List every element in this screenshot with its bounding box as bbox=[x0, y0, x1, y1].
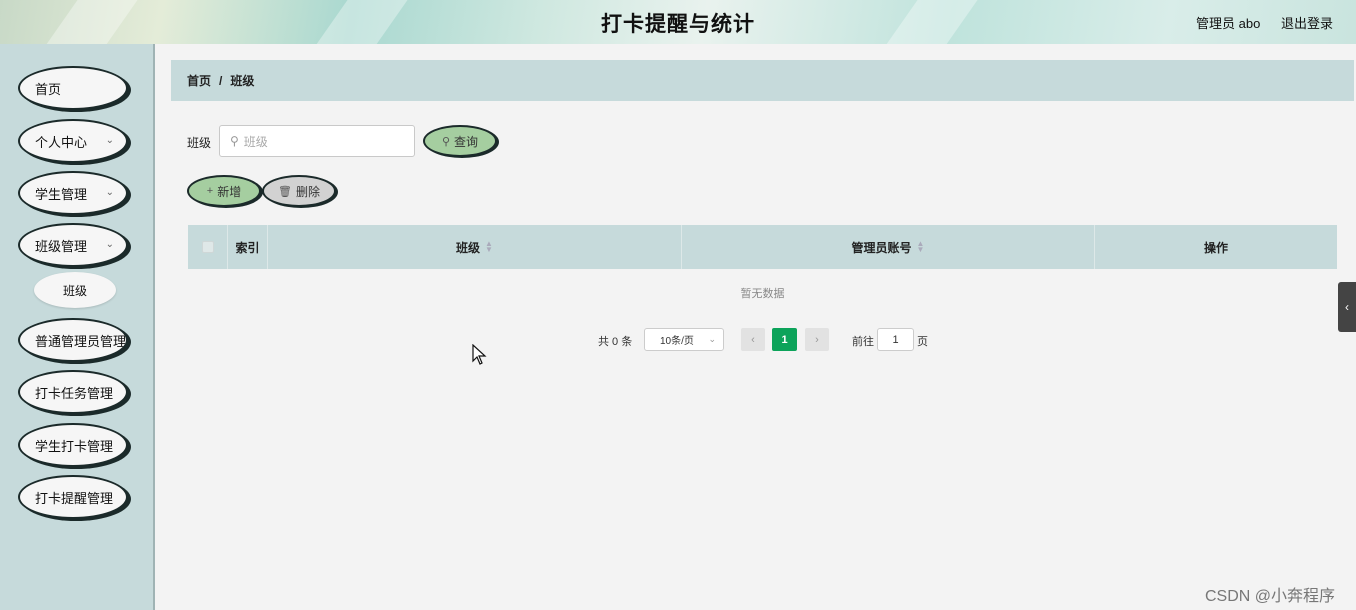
delete-button-label: 删除 bbox=[295, 184, 320, 199]
watermark: CSDN @小奔程序 bbox=[1205, 588, 1336, 605]
column-header-class[interactable]: 班级 ▲ ▼ bbox=[268, 225, 682, 269]
sidebar: 首页 个人中心 ⌄ 学生管理 ⌄ 班级管理 ⌄ 班级 普通管理员管理 打卡任务管… bbox=[0, 44, 155, 610]
delete-button[interactable]: 🗑 删除 bbox=[262, 175, 336, 207]
sidebar-item-label: 打卡任务管理 bbox=[35, 385, 114, 401]
sidebar-item-admin-management[interactable]: 普通管理员管理 bbox=[18, 318, 128, 362]
search-icon: ⚲ bbox=[441, 135, 451, 148]
chevron-down-icon: ⌄ bbox=[105, 135, 114, 146]
mouse-cursor-icon bbox=[472, 344, 487, 365]
select-all-checkbox[interactable] bbox=[201, 241, 214, 253]
table-header: 索引 班级 ▲ ▼ 管理员账号 ▲ ▼ 操作 bbox=[188, 225, 1337, 269]
column-label: 管理员账号 bbox=[851, 240, 912, 255]
sidebar-subitem-class[interactable]: 班级 bbox=[34, 272, 116, 308]
sidebar-item-label: 班级管理 bbox=[35, 238, 88, 254]
page-number-current[interactable]: 1 bbox=[772, 328, 797, 351]
column-header-actions: 操作 bbox=[1095, 225, 1337, 269]
column-header-index: 索引 bbox=[228, 225, 268, 269]
page-size-select[interactable]: 10条/页 ⌄ bbox=[644, 328, 724, 351]
search-placeholder: 班级 bbox=[243, 134, 268, 149]
add-button[interactable]: + 新增 bbox=[187, 175, 261, 207]
breadcrumb-home[interactable]: 首页 bbox=[187, 72, 211, 89]
column-header-admin-account[interactable]: 管理员账号 ▲ ▼ bbox=[682, 225, 1095, 269]
breadcrumb-separator: / bbox=[219, 73, 223, 88]
plus-icon: + bbox=[206, 185, 214, 197]
sidebar-item-label: 打卡提醒管理 bbox=[35, 490, 114, 506]
breadcrumb-current: 班级 bbox=[230, 74, 255, 88]
trash-icon: 🗑 bbox=[278, 185, 292, 198]
sidebar-item-checkin-reminder-management[interactable]: 打卡提醒管理 bbox=[18, 475, 128, 519]
app-header: 打卡提醒与统计 管理员 abo 退出登录 bbox=[0, 0, 1356, 44]
app-title: 打卡提醒与统计 bbox=[601, 13, 755, 36]
logout-link[interactable]: 退出登录 bbox=[1281, 13, 1333, 32]
search-icon: ⚲ bbox=[230, 134, 239, 148]
page-size-value: 10条/页 bbox=[660, 336, 694, 347]
pagination-total: 共 0 条 bbox=[598, 336, 633, 348]
sidebar-item-label: 首页 bbox=[35, 81, 62, 97]
sidebar-item-label: 普通管理员管理 bbox=[35, 333, 127, 349]
goto-page-input[interactable]: 1 bbox=[877, 328, 914, 351]
select-all-cell bbox=[188, 225, 228, 269]
chevron-up-icon: ⌄ bbox=[105, 239, 114, 250]
search-input[interactable]: ⚲ 班级 bbox=[219, 125, 415, 157]
next-page-button[interactable]: › bbox=[805, 328, 829, 351]
chevron-right-icon: › bbox=[815, 333, 819, 346]
sidebar-item-checkin-task-management[interactable]: 打卡任务管理 bbox=[18, 370, 128, 414]
current-user-label: 管理员 abo bbox=[1196, 16, 1261, 31]
sidebar-subitem-label: 班级 bbox=[62, 283, 87, 298]
sort-icon[interactable]: ▲ ▼ bbox=[917, 240, 925, 254]
sidebar-item-label: 个人中心 bbox=[35, 134, 88, 150]
goto-label: 前往 bbox=[852, 336, 874, 348]
sidebar-item-class-management[interactable]: 班级管理 ⌄ bbox=[18, 223, 128, 267]
breadcrumb: 首页 / 班级 bbox=[171, 60, 1354, 101]
add-button-label: 新增 bbox=[217, 184, 242, 199]
sidebar-item-label: 学生管理 bbox=[35, 186, 88, 202]
query-button-label: 查询 bbox=[454, 134, 479, 149]
page-suffix-label: 页 bbox=[917, 336, 928, 348]
chevron-down-icon: ⌄ bbox=[105, 187, 114, 198]
chevron-down-icon: ⌄ bbox=[708, 334, 716, 344]
column-label: 操作 bbox=[1203, 240, 1228, 255]
sort-icon[interactable]: ▲ ▼ bbox=[485, 240, 493, 254]
chevron-left-icon: ‹ bbox=[1345, 300, 1349, 314]
search-label: 班级 bbox=[187, 136, 212, 150]
table-empty-text: 暂无数据 bbox=[740, 288, 785, 300]
query-button[interactable]: ⚲ 查询 bbox=[423, 125, 497, 157]
sidebar-item-student-checkin-management[interactable]: 学生打卡管理 bbox=[18, 423, 128, 467]
collapse-panel-tab[interactable]: ‹ bbox=[1338, 282, 1356, 332]
column-label: 索引 bbox=[235, 240, 260, 255]
sidebar-item-student-management[interactable]: 学生管理 ⌄ bbox=[18, 171, 128, 215]
sidebar-item-personal-center[interactable]: 个人中心 ⌄ bbox=[18, 119, 128, 163]
chevron-left-icon: ‹ bbox=[751, 333, 755, 346]
sidebar-item-label: 学生打卡管理 bbox=[35, 438, 114, 454]
column-label: 班级 bbox=[456, 240, 481, 255]
sidebar-item-home[interactable]: 首页 bbox=[18, 66, 128, 110]
prev-page-button[interactable]: ‹ bbox=[741, 328, 765, 351]
